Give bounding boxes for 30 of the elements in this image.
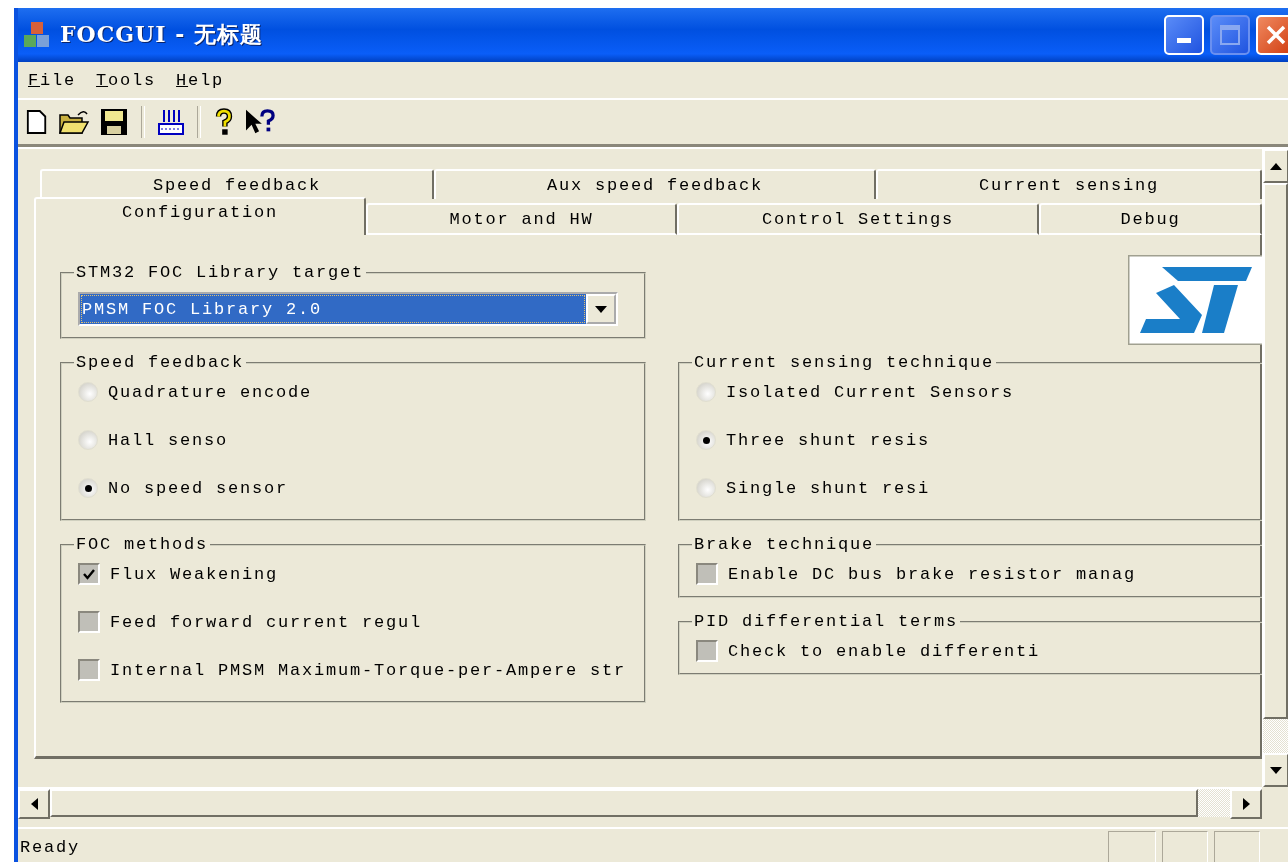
option-label: Enable DC bus brake resistor manag [728,564,1137,584]
group-title: STM32 FOC Library target [75,263,366,282]
group-title: PID differential terms [693,612,960,631]
group-title: Brake technique [693,535,876,554]
option-label: Hall senso [108,430,229,450]
tab[interactable]: Control Settings [677,203,1039,235]
option-label: Quadrature encode [108,382,313,402]
group-title: FOC methods [75,535,210,554]
tab[interactable]: Speed feedback [40,169,434,199]
option-label: Flux Weakening [110,564,279,584]
tab[interactable]: Debug [1039,203,1262,235]
option-label: Internal PMSM Maximum-Torque-per-Ampere str [110,660,627,680]
tab[interactable]: Motor and HW [366,203,677,235]
option-label: Isolated Current Sensors [726,382,1015,402]
option-label: Single shunt resi [726,478,931,498]
tab[interactable]: Configuration [34,197,366,235]
option-label: Check to enable differenti [728,641,1041,661]
tab[interactable]: Aux speed feedback [434,169,876,199]
group-title: Speed feedback [75,353,246,372]
menu-item[interactable]: Help [174,68,227,92]
tab[interactable]: Current sensing [876,169,1262,199]
group-title: Current sensing technique [693,353,996,372]
dropdown[interactable]: PMSM FOC Library 2.0 [78,292,618,326]
option-label: No speed sensor [108,478,289,498]
menu-item[interactable]: Tools [94,68,159,92]
option-label: Three shunt resis [726,430,931,450]
option-label: Feed forward current regul [110,612,423,632]
window-title: FOCGUI - 无标题 [60,20,263,49]
menu-item[interactable]: File [26,68,79,92]
status-text: Ready [20,837,80,857]
